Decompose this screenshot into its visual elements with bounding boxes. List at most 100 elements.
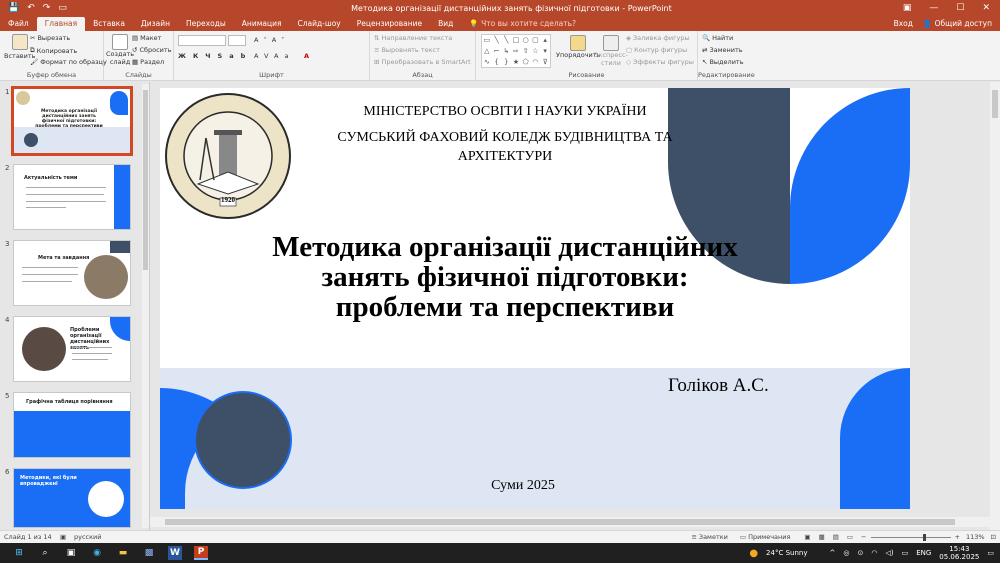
brace-shape-icon[interactable]: { [492, 57, 502, 68]
fit-to-window-icon[interactable]: ⊡ [991, 533, 1000, 541]
slideshow-view-icon[interactable]: ▭ [847, 533, 861, 541]
tab-slideshow[interactable]: Слайд-шоу [289, 17, 348, 31]
scroll-thumb[interactable] [165, 519, 955, 525]
shapes-gallery[interactable]: ▭ ╲ ╲ □ ○ ▢ ▴ △ ⌐ ↳ ⇨ ⇧ ☆ ▾ ∿{} ★ ⬠ ◠ ⊽ [481, 34, 551, 68]
language-indicator[interactable]: русский [74, 533, 102, 541]
zoom-level[interactable]: 113% [960, 533, 991, 541]
copy-button[interactable]: ⧉ Копировать [30, 46, 77, 55]
zoom-slider[interactable] [870, 533, 951, 541]
word-icon[interactable]: W [168, 546, 182, 560]
scroll-thumb[interactable] [143, 90, 148, 270]
notes-button[interactable]: ≡ Заметки [691, 533, 739, 541]
powerpoint-icon[interactable]: P [194, 546, 208, 560]
slide-thumbnail-5[interactable]: Графічна таблиця порівняння [13, 392, 131, 458]
slide-scrollbar[interactable] [990, 82, 1000, 530]
comments-button[interactable]: ▭ Примечания [740, 533, 805, 541]
quick-styles-button[interactable]: Экспресс- стили [594, 35, 628, 67]
font-size-field[interactable] [228, 35, 246, 46]
slide-thumbnail-3[interactable]: Мета та завдання [13, 240, 131, 306]
input-language[interactable]: ENG [916, 549, 931, 557]
sign-in-link[interactable]: Вход [894, 19, 913, 28]
select-button[interactable]: ↖ Выделить [702, 58, 744, 66]
triangle-shape-icon[interactable]: △ [482, 46, 492, 57]
reset-button[interactable]: ↺ Сбросить [132, 46, 172, 54]
font-size-buttons[interactable]: A˄A˅ [254, 36, 289, 44]
slide-canvas[interactable]: 1920 МІНІСТЕРСТВО ОСВІТИ І НАУКИ УКРАЇНИ… [160, 88, 910, 509]
find-button[interactable]: 🔍 Найти [702, 34, 733, 42]
text-direction-button[interactable]: ⇅ Направление текста [374, 34, 452, 42]
font-extra-buttons[interactable]: AVAa [254, 52, 295, 60]
tab-file[interactable]: Файл [0, 17, 37, 31]
pentagon-shape-icon[interactable]: ⬠ [521, 57, 531, 68]
sorter-view-icon[interactable]: ▦ [819, 533, 833, 541]
expand-gallery-icon[interactable]: ⊽ [540, 57, 550, 68]
line-shape-icon[interactable]: ╲ [501, 35, 511, 46]
windows-start-icon[interactable]: ⊞ [12, 546, 26, 560]
arrow-shape-icon[interactable]: ⇨ [511, 46, 521, 57]
tab-transitions[interactable]: Переходы [178, 17, 234, 31]
star-shape-icon[interactable]: ☆ [531, 46, 541, 57]
minimize-icon[interactable]: — [929, 3, 938, 13]
save-icon[interactable]: 💾 [8, 3, 19, 13]
star-shape-icon[interactable]: ★ [511, 57, 521, 68]
redo-icon[interactable]: ↷ [43, 3, 51, 13]
volume-icon[interactable]: ◁) [885, 549, 893, 557]
clock[interactable]: 15:43 05.06.2025 [939, 545, 979, 561]
shape-fill-button[interactable]: ◈ Заливка фигуры [626, 34, 690, 42]
scroll-thumb[interactable] [992, 90, 998, 118]
search-icon[interactable]: ⌕ [38, 546, 52, 560]
layout-button[interactable]: ▤ Макет [132, 34, 161, 42]
share-button[interactable]: 👤 Общий доступ [923, 19, 992, 28]
slide-thumbnail-4[interactable]: Проблеми організації дистанційних занять [13, 316, 131, 382]
curve-shape-icon[interactable]: ∿ [482, 57, 492, 68]
file-explorer-icon[interactable]: ▬ [116, 546, 130, 560]
tab-design[interactable]: Дизайн [133, 17, 178, 31]
arc-shape-icon[interactable]: ◠ [531, 57, 541, 68]
tab-home[interactable]: Главная [36, 17, 86, 31]
new-slide-button[interactable]: Создать слайд [106, 34, 134, 66]
tell-me-box[interactable]: 💡 Что вы хотите сделать? [461, 17, 584, 31]
notifications-icon[interactable]: ▭ [987, 549, 994, 557]
reading-view-icon[interactable]: ▤ [833, 533, 847, 541]
present-icon[interactable]: ▭ [58, 3, 67, 13]
spellcheck-icon[interactable]: ▣ [60, 533, 74, 541]
zoom-out-icon[interactable]: − [861, 533, 866, 541]
tab-animations[interactable]: Анимация [234, 17, 290, 31]
replace-button[interactable]: ⇄ Заменить [702, 46, 743, 54]
rounded-shape-icon[interactable]: ▢ [531, 35, 541, 46]
more-shape-icon[interactable]: ▴ [540, 35, 550, 46]
align-text-button[interactable]: ≡ Выровнять текст [374, 46, 440, 54]
wifi-icon[interactable]: ◠ [871, 549, 877, 557]
thumbnails-scrollbar[interactable] [142, 84, 149, 528]
more-shape-icon[interactable]: ▾ [540, 46, 550, 57]
edge-icon[interactable]: ◉ [90, 546, 104, 560]
corner-shape-icon[interactable]: ⌐ [492, 46, 502, 57]
undo-icon[interactable]: ↶ [27, 3, 35, 13]
smartart-button[interactable]: ⊞ Преобразовать в SmartArt [374, 58, 471, 66]
elbow-shape-icon[interactable]: ↳ [501, 46, 511, 57]
zoom-thumb[interactable] [922, 533, 926, 541]
shape-effects-button[interactable]: ◇ Эффекты фигуры [626, 58, 694, 66]
chevron-up-icon[interactable]: ^ [829, 549, 835, 557]
oval-shape-icon[interactable]: ○ [521, 35, 531, 46]
tab-review[interactable]: Рецензирование [349, 17, 430, 31]
line-shape-icon[interactable]: ╲ [492, 35, 502, 46]
weather-text[interactable]: 24°C Sunny [766, 549, 807, 557]
format-painter-button[interactable]: 🖌 Формат по образцу [30, 58, 107, 66]
task-view-icon[interactable]: ▣ [64, 546, 78, 560]
font-format-buttons[interactable]: ЖКЧSab [178, 52, 252, 60]
record-icon[interactable]: ⊙ [857, 549, 863, 557]
store-icon[interactable]: ▩ [142, 546, 156, 560]
font-name-field[interactable] [178, 35, 226, 46]
normal-view-icon[interactable]: ▣ [804, 533, 818, 541]
maximize-icon[interactable]: ☐ [956, 3, 964, 13]
tab-insert[interactable]: Вставка [85, 17, 133, 31]
font-color-button[interactable]: A [304, 52, 309, 60]
cut-button[interactable]: ✂ Вырезать [30, 34, 70, 42]
sync-icon[interactable]: ◎ [843, 549, 849, 557]
close-icon[interactable]: ✕ [982, 3, 990, 13]
ribbon-display-icon[interactable]: ▣ [903, 3, 912, 13]
shape-outline-button[interactable]: ▢ Контур фигуры [626, 46, 687, 54]
battery-icon[interactable]: ▭ [902, 549, 909, 557]
uparrow-shape-icon[interactable]: ⇧ [521, 46, 531, 57]
